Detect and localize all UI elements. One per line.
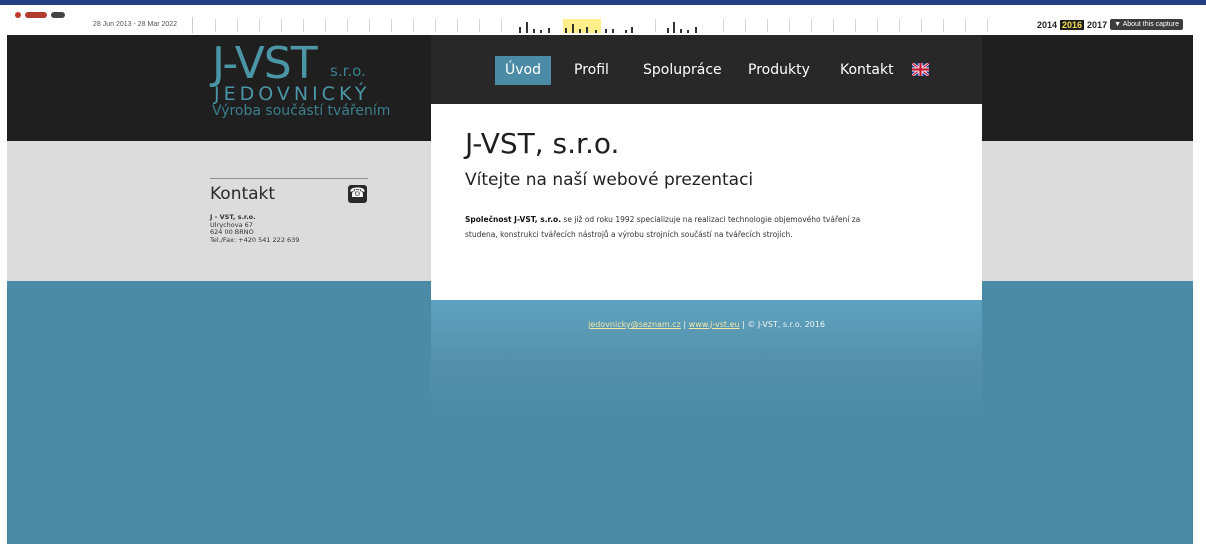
main-panel: Úvod Profil Spolupráce Produkty Kontakt …: [431, 35, 982, 300]
browser-top-accent: [0, 0, 1206, 5]
site-footer: jedovnicky@seznam.cz | www.j-vst.eu | © …: [431, 300, 982, 420]
wayback-toolbar: 28 Jun 2013 - 28 Mar 2022 2014 2016 2017…: [7, 12, 1193, 35]
nav-item-spoluprace[interactable]: Spolupráce: [633, 56, 732, 85]
wayback-logo[interactable]: [15, 12, 95, 20]
logo-sro-text: s.r.o.: [330, 62, 366, 80]
wayback-year-selector: 2014 2016 2017 ▼ About this capture: [1037, 19, 1183, 30]
intro-text-line1: se již od roku 1992 specializuje na real…: [561, 215, 861, 224]
page-title: J-VST, s.r.o.: [465, 127, 620, 160]
nav-item-produkty[interactable]: Produkty: [738, 56, 820, 85]
about-capture-button[interactable]: ▼ About this capture: [1110, 19, 1183, 30]
intro-text-line2: studena, konstrukci tvářecích nástrojů a…: [465, 230, 793, 239]
contact-divider: [210, 178, 368, 179]
intro-company-name: Společnost J-VST, s.r.o.: [465, 215, 562, 224]
footer-copyright: © J-VST, s.r.o. 2016: [747, 320, 825, 329]
footer-line: jedovnicky@seznam.cz | www.j-vst.eu | © …: [431, 320, 982, 329]
footer-email-link[interactable]: jedovnicky@seznam.cz: [588, 320, 681, 329]
page-subtitle: Vítejte na naší webové prezentaci: [465, 170, 754, 190]
contact-title: Kontakt: [210, 184, 276, 204]
contact-phone: Tel./Fax: +420 541 222 639: [210, 235, 300, 244]
uk-flag-icon[interactable]: [912, 63, 929, 76]
wayback-year-next[interactable]: 2017: [1087, 20, 1107, 30]
wayback-year-prev[interactable]: 2014: [1037, 20, 1057, 30]
nav-item-kontakt[interactable]: Kontakt: [830, 56, 904, 85]
logo-sub-text: JEDOVNICKÝ: [214, 83, 371, 105]
contact-address: J - VST, s.r.o. Ulrychova 67 624 00 BRNO…: [210, 213, 300, 244]
logo-tagline: Výroba součástí tvářením: [212, 103, 391, 119]
nav-item-uvod[interactable]: Úvod: [495, 56, 551, 85]
intro-paragraph: Společnost J-VST, s.r.o. se již od roku …: [465, 212, 965, 242]
nav-item-profil[interactable]: Profil: [564, 56, 619, 85]
wayback-date-range: 28 Jun 2013 - 28 Mar 2022: [93, 21, 178, 28]
intro-content: J-VST, s.r.o. Vítejte na naší webové pre…: [431, 104, 982, 300]
wayback-sparkline[interactable]: [192, 17, 1003, 33]
footer-separator: |: [680, 320, 689, 329]
page: 28 Jun 2013 - 28 Mar 2022 2014 2016 2017…: [0, 0, 1206, 547]
main-nav: Úvod Profil Spolupráce Produkty Kontakt: [431, 35, 982, 104]
phone-icon: ☎: [348, 185, 367, 203]
logo-main-text: J-VST: [212, 38, 318, 89]
wayback-year-current[interactable]: 2016: [1060, 19, 1085, 30]
footer-web-link[interactable]: www.j-vst.eu: [689, 320, 740, 329]
